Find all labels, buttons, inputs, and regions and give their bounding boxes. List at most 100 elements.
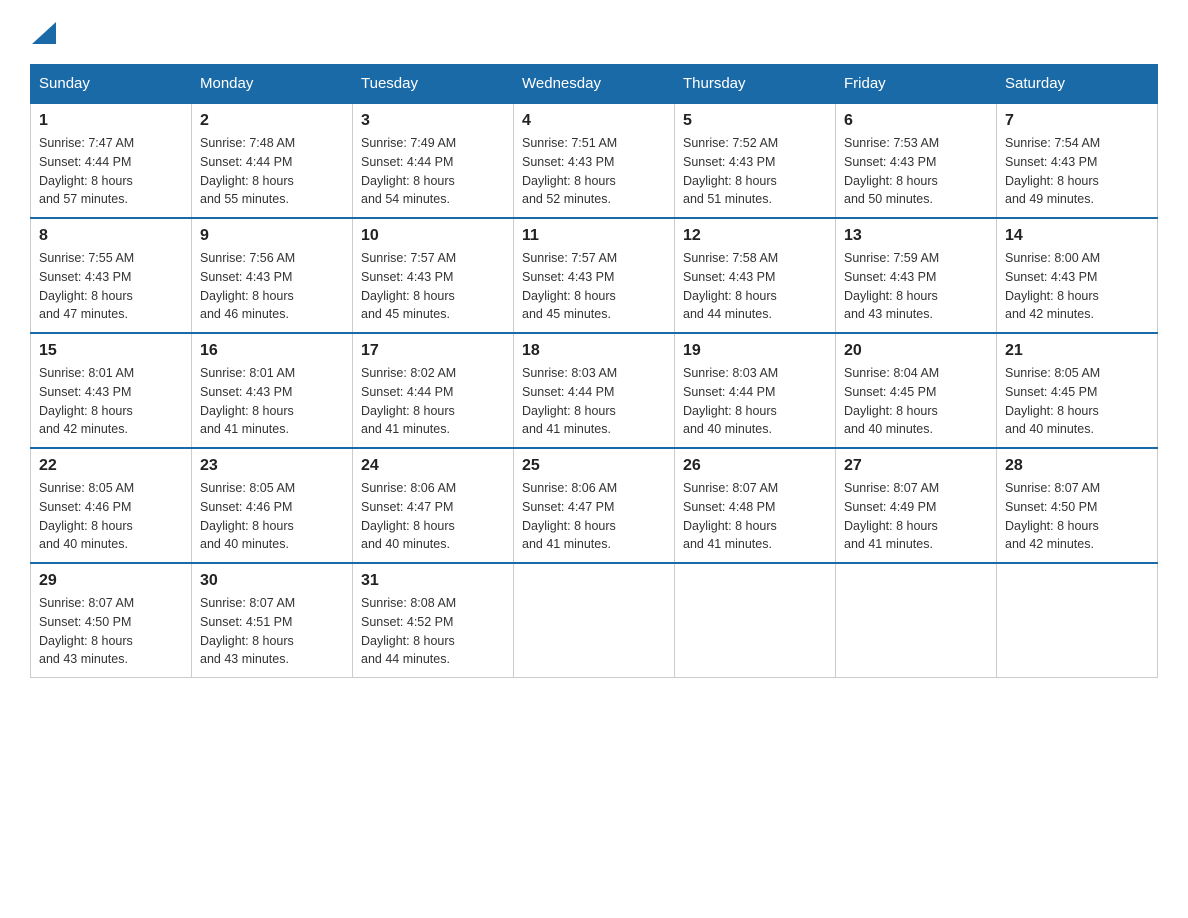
calendar-cell: 27 Sunrise: 8:07 AM Sunset: 4:49 PM Dayl… bbox=[836, 448, 997, 563]
day-number: 19 bbox=[683, 342, 827, 360]
calendar-week-row: 29 Sunrise: 8:07 AM Sunset: 4:50 PM Dayl… bbox=[31, 563, 1158, 678]
day-info: Sunrise: 8:02 AM Sunset: 4:44 PM Dayligh… bbox=[361, 364, 505, 439]
day-number: 14 bbox=[1005, 227, 1149, 245]
day-number: 2 bbox=[200, 112, 344, 130]
day-of-week-header: Thursday bbox=[675, 65, 836, 104]
calendar-cell bbox=[836, 563, 997, 678]
calendar-cell: 20 Sunrise: 8:04 AM Sunset: 4:45 PM Dayl… bbox=[836, 333, 997, 448]
day-info: Sunrise: 8:01 AM Sunset: 4:43 PM Dayligh… bbox=[39, 364, 183, 439]
calendar-cell: 25 Sunrise: 8:06 AM Sunset: 4:47 PM Dayl… bbox=[514, 448, 675, 563]
calendar-cell: 15 Sunrise: 8:01 AM Sunset: 4:43 PM Dayl… bbox=[31, 333, 192, 448]
day-info: Sunrise: 8:07 AM Sunset: 4:50 PM Dayligh… bbox=[39, 594, 183, 669]
day-info: Sunrise: 8:05 AM Sunset: 4:45 PM Dayligh… bbox=[1005, 364, 1149, 439]
day-number: 31 bbox=[361, 572, 505, 590]
day-info: Sunrise: 7:58 AM Sunset: 4:43 PM Dayligh… bbox=[683, 249, 827, 324]
day-info: Sunrise: 8:07 AM Sunset: 4:51 PM Dayligh… bbox=[200, 594, 344, 669]
day-info: Sunrise: 7:55 AM Sunset: 4:43 PM Dayligh… bbox=[39, 249, 183, 324]
day-info: Sunrise: 7:53 AM Sunset: 4:43 PM Dayligh… bbox=[844, 134, 988, 209]
logo bbox=[30, 20, 58, 44]
day-info: Sunrise: 7:48 AM Sunset: 4:44 PM Dayligh… bbox=[200, 134, 344, 209]
day-number: 8 bbox=[39, 227, 183, 245]
day-number: 6 bbox=[844, 112, 988, 130]
day-info: Sunrise: 7:57 AM Sunset: 4:43 PM Dayligh… bbox=[361, 249, 505, 324]
calendar-cell: 11 Sunrise: 7:57 AM Sunset: 4:43 PM Dayl… bbox=[514, 218, 675, 333]
calendar-header-row: SundayMondayTuesdayWednesdayThursdayFrid… bbox=[31, 65, 1158, 104]
day-number: 29 bbox=[39, 572, 183, 590]
calendar-week-row: 1 Sunrise: 7:47 AM Sunset: 4:44 PM Dayli… bbox=[31, 103, 1158, 218]
day-number: 11 bbox=[522, 227, 666, 245]
day-of-week-header: Sunday bbox=[31, 65, 192, 104]
day-of-week-header: Friday bbox=[836, 65, 997, 104]
day-number: 28 bbox=[1005, 457, 1149, 475]
day-number: 30 bbox=[200, 572, 344, 590]
page-header bbox=[30, 20, 1158, 44]
calendar-cell: 13 Sunrise: 7:59 AM Sunset: 4:43 PM Dayl… bbox=[836, 218, 997, 333]
day-number: 20 bbox=[844, 342, 988, 360]
calendar-cell: 7 Sunrise: 7:54 AM Sunset: 4:43 PM Dayli… bbox=[997, 103, 1158, 218]
calendar-cell: 4 Sunrise: 7:51 AM Sunset: 4:43 PM Dayli… bbox=[514, 103, 675, 218]
calendar-cell: 16 Sunrise: 8:01 AM Sunset: 4:43 PM Dayl… bbox=[192, 333, 353, 448]
day-info: Sunrise: 7:54 AM Sunset: 4:43 PM Dayligh… bbox=[1005, 134, 1149, 209]
day-number: 16 bbox=[200, 342, 344, 360]
calendar-week-row: 15 Sunrise: 8:01 AM Sunset: 4:43 PM Dayl… bbox=[31, 333, 1158, 448]
day-info: Sunrise: 8:00 AM Sunset: 4:43 PM Dayligh… bbox=[1005, 249, 1149, 324]
day-number: 13 bbox=[844, 227, 988, 245]
day-number: 26 bbox=[683, 457, 827, 475]
day-number: 9 bbox=[200, 227, 344, 245]
day-number: 10 bbox=[361, 227, 505, 245]
calendar-cell: 30 Sunrise: 8:07 AM Sunset: 4:51 PM Dayl… bbox=[192, 563, 353, 678]
day-info: Sunrise: 8:07 AM Sunset: 4:50 PM Dayligh… bbox=[1005, 479, 1149, 554]
day-number: 15 bbox=[39, 342, 183, 360]
calendar-cell bbox=[997, 563, 1158, 678]
day-number: 25 bbox=[522, 457, 666, 475]
day-of-week-header: Monday bbox=[192, 65, 353, 104]
day-number: 21 bbox=[1005, 342, 1149, 360]
calendar-cell: 10 Sunrise: 7:57 AM Sunset: 4:43 PM Dayl… bbox=[353, 218, 514, 333]
calendar-cell: 9 Sunrise: 7:56 AM Sunset: 4:43 PM Dayli… bbox=[192, 218, 353, 333]
day-number: 22 bbox=[39, 457, 183, 475]
day-info: Sunrise: 8:04 AM Sunset: 4:45 PM Dayligh… bbox=[844, 364, 988, 439]
calendar-week-row: 8 Sunrise: 7:55 AM Sunset: 4:43 PM Dayli… bbox=[31, 218, 1158, 333]
calendar-cell: 19 Sunrise: 8:03 AM Sunset: 4:44 PM Dayl… bbox=[675, 333, 836, 448]
day-number: 1 bbox=[39, 112, 183, 130]
day-info: Sunrise: 7:49 AM Sunset: 4:44 PM Dayligh… bbox=[361, 134, 505, 209]
calendar-cell: 24 Sunrise: 8:06 AM Sunset: 4:47 PM Dayl… bbox=[353, 448, 514, 563]
calendar-cell: 23 Sunrise: 8:05 AM Sunset: 4:46 PM Dayl… bbox=[192, 448, 353, 563]
calendar-cell: 6 Sunrise: 7:53 AM Sunset: 4:43 PM Dayli… bbox=[836, 103, 997, 218]
day-info: Sunrise: 8:01 AM Sunset: 4:43 PM Dayligh… bbox=[200, 364, 344, 439]
logo-triangle-icon bbox=[32, 22, 56, 44]
day-info: Sunrise: 7:47 AM Sunset: 4:44 PM Dayligh… bbox=[39, 134, 183, 209]
day-info: Sunrise: 7:57 AM Sunset: 4:43 PM Dayligh… bbox=[522, 249, 666, 324]
calendar-cell bbox=[514, 563, 675, 678]
day-info: Sunrise: 7:59 AM Sunset: 4:43 PM Dayligh… bbox=[844, 249, 988, 324]
day-number: 24 bbox=[361, 457, 505, 475]
calendar-week-row: 22 Sunrise: 8:05 AM Sunset: 4:46 PM Dayl… bbox=[31, 448, 1158, 563]
day-info: Sunrise: 8:05 AM Sunset: 4:46 PM Dayligh… bbox=[39, 479, 183, 554]
day-number: 4 bbox=[522, 112, 666, 130]
day-number: 5 bbox=[683, 112, 827, 130]
calendar-cell: 29 Sunrise: 8:07 AM Sunset: 4:50 PM Dayl… bbox=[31, 563, 192, 678]
day-number: 17 bbox=[361, 342, 505, 360]
day-of-week-header: Tuesday bbox=[353, 65, 514, 104]
day-number: 23 bbox=[200, 457, 344, 475]
calendar-cell: 2 Sunrise: 7:48 AM Sunset: 4:44 PM Dayli… bbox=[192, 103, 353, 218]
calendar-cell: 26 Sunrise: 8:07 AM Sunset: 4:48 PM Dayl… bbox=[675, 448, 836, 563]
day-info: Sunrise: 7:52 AM Sunset: 4:43 PM Dayligh… bbox=[683, 134, 827, 209]
calendar-cell: 3 Sunrise: 7:49 AM Sunset: 4:44 PM Dayli… bbox=[353, 103, 514, 218]
calendar-cell bbox=[675, 563, 836, 678]
calendar-cell: 17 Sunrise: 8:02 AM Sunset: 4:44 PM Dayl… bbox=[353, 333, 514, 448]
day-number: 12 bbox=[683, 227, 827, 245]
calendar-cell: 22 Sunrise: 8:05 AM Sunset: 4:46 PM Dayl… bbox=[31, 448, 192, 563]
day-of-week-header: Saturday bbox=[997, 65, 1158, 104]
day-info: Sunrise: 7:56 AM Sunset: 4:43 PM Dayligh… bbox=[200, 249, 344, 324]
calendar-cell: 12 Sunrise: 7:58 AM Sunset: 4:43 PM Dayl… bbox=[675, 218, 836, 333]
day-info: Sunrise: 8:06 AM Sunset: 4:47 PM Dayligh… bbox=[361, 479, 505, 554]
calendar-table: SundayMondayTuesdayWednesdayThursdayFrid… bbox=[30, 64, 1158, 678]
day-number: 3 bbox=[361, 112, 505, 130]
calendar-cell: 21 Sunrise: 8:05 AM Sunset: 4:45 PM Dayl… bbox=[997, 333, 1158, 448]
day-info: Sunrise: 8:03 AM Sunset: 4:44 PM Dayligh… bbox=[522, 364, 666, 439]
day-number: 18 bbox=[522, 342, 666, 360]
calendar-cell: 31 Sunrise: 8:08 AM Sunset: 4:52 PM Dayl… bbox=[353, 563, 514, 678]
calendar-cell: 5 Sunrise: 7:52 AM Sunset: 4:43 PM Dayli… bbox=[675, 103, 836, 218]
calendar-cell: 8 Sunrise: 7:55 AM Sunset: 4:43 PM Dayli… bbox=[31, 218, 192, 333]
